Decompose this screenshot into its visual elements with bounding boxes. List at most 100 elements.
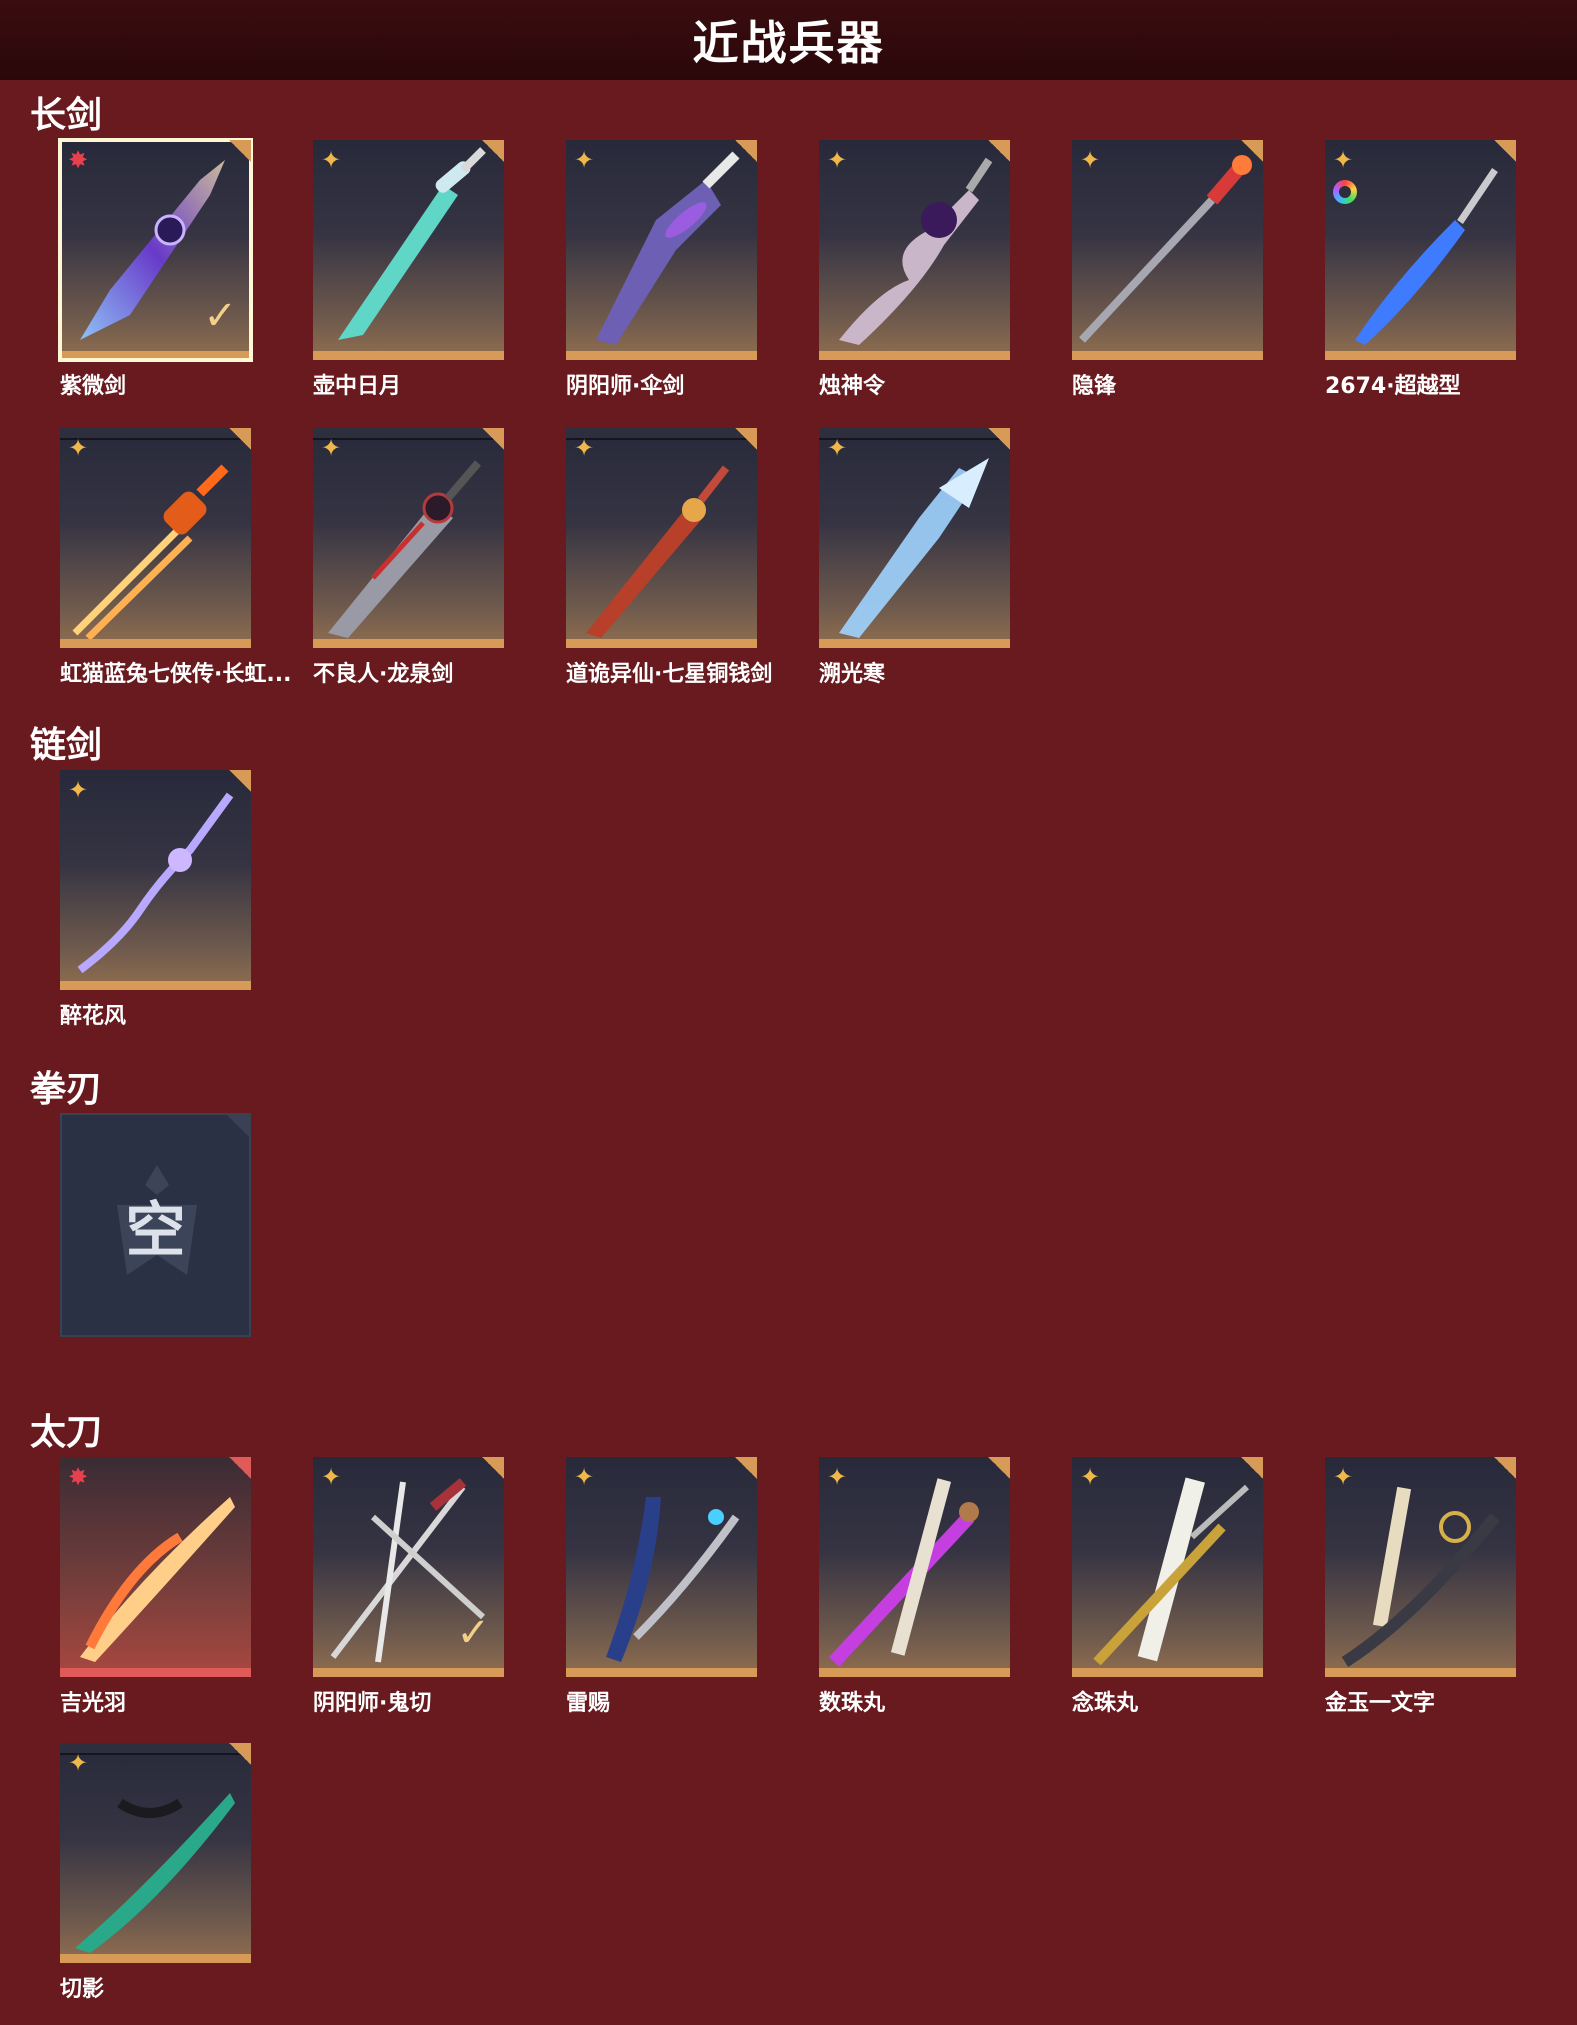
weapon-image (1079, 155, 1252, 343)
section-title-longsword: 长剑 (30, 95, 103, 136)
weapon-card[interactable]: ✦ 切影 (60, 1743, 251, 2002)
weapon-thumbnail[interactable]: ✦ (566, 1457, 757, 1677)
weapon-thumbnail[interactable]: ✦ (60, 1743, 251, 1963)
weapon-image (72, 464, 229, 639)
weapon-card[interactable]: ✦ 2674·超越型 (1325, 140, 1516, 399)
weapon-card[interactable]: ✦ 溯光寒 (819, 428, 1010, 687)
corner-tab (988, 1457, 1010, 1479)
weapon-thumbnail[interactable]: ✦ (819, 428, 1010, 648)
weapon-thumbnail[interactable]: ✸ (60, 1457, 251, 1677)
weapon-card[interactable]: ✦ 雷赐 (566, 1457, 757, 1716)
weapon-name: 切影 (60, 1977, 105, 2002)
corner-tab (735, 428, 757, 450)
color-wheel-icon (1333, 180, 1357, 204)
weapon-name: 念珠丸 (1072, 1691, 1139, 1716)
weapon-name: 阴阳师·伞剑 (566, 374, 685, 399)
weapon-thumbnail[interactable]: ✦ (566, 428, 757, 648)
empty-label: 空 (125, 1195, 186, 1266)
weapon-name: 醉花风 (60, 1004, 127, 1029)
weapon-card[interactable]: ✦ 壶中日月 (313, 140, 504, 399)
rarity-star-icon: ✦ (1080, 146, 1101, 174)
weapon-thumbnail[interactable]: ✦ (819, 1457, 1010, 1677)
rarity-star-icon: ✸ (68, 1463, 89, 1491)
weapon-thumbnail[interactable]: ✦ (819, 140, 1010, 360)
weapon-name: 金玉一文字 (1325, 1691, 1436, 1716)
weapon-name: 隐锋 (1072, 374, 1117, 399)
weapon-image (1093, 1477, 1250, 1666)
weapon-card[interactable]: ✦ 不良人·龙泉剑 (313, 428, 504, 687)
weapon-image (586, 465, 730, 638)
weapon-name: 道诡异仙·七星铜钱剑 (566, 662, 773, 687)
weapon-thumbnail[interactable]: ✦ ✓ (313, 1457, 504, 1677)
weapon-card[interactable]: ✸ ✓ 紫微剑 (58, 138, 253, 399)
rarity-star-icon: ✸ (68, 146, 89, 174)
weapon-thumbnail[interactable]: ✸ ✓ (58, 138, 253, 362)
corner-tab (229, 140, 251, 162)
weapon-name: 壶中日月 (313, 374, 402, 399)
weapon-image (596, 151, 740, 345)
weapon-name: 紫微剑 (60, 374, 127, 399)
weapon-card[interactable]: ✦ 烛神令 (819, 140, 1010, 399)
section-title-chainsword: 链剑 (30, 725, 103, 766)
section-title-tachi: 太刀 (30, 1412, 103, 1453)
weapon-thumbnail[interactable]: ✦ (313, 140, 504, 360)
weapon-card[interactable]: ✦ 数珠丸 (819, 1457, 1010, 1716)
weapon-card[interactable]: ✦ 念珠丸 (1072, 1457, 1263, 1716)
weapon-card[interactable]: ✦ ✓ 阴阳师·鬼切 (313, 1457, 504, 1716)
weapon-name: 阴阳师·鬼切 (313, 1691, 432, 1716)
weapon-thumbnail[interactable]: ✦ (60, 428, 251, 648)
weapon-card[interactable]: ✦ 金玉一文字 (1325, 1457, 1516, 1716)
rarity-star-icon: ✦ (1333, 1463, 1354, 1491)
weapon-image (77, 792, 234, 974)
weapon-card[interactable]: ✸ 吉光羽 (60, 1457, 251, 1716)
rarity-star-icon: ✦ (1333, 146, 1354, 174)
corner-tab (988, 428, 1010, 450)
corner-tab (988, 140, 1010, 162)
rarity-star-icon: ✦ (827, 434, 848, 462)
weapon-card[interactable]: ✦ 阴阳师·伞剑 (566, 140, 757, 399)
empty-slot[interactable]: 空 (60, 1113, 251, 1337)
weapon-thumbnail[interactable]: ✦ (1325, 140, 1516, 360)
empty-slot-box[interactable]: 空 (60, 1113, 251, 1337)
weapon-thumbnail[interactable]: ✦ (313, 428, 504, 648)
weapon-thumbnail[interactable]: ✦ (566, 140, 757, 360)
weapon-card[interactable]: ✦ 道诡异仙·七星铜钱剑 (566, 428, 772, 687)
weapon-image (338, 147, 486, 340)
weapon-name: 溯光寒 (819, 662, 886, 687)
corner-tab (1241, 1457, 1263, 1479)
rarity-star-icon: ✦ (574, 1463, 595, 1491)
equipped-check-icon: ✓ (456, 1610, 490, 1656)
weapon-card[interactable]: ✦ 醉花风 (60, 770, 251, 1029)
section-title-fistblade: 拳刃 (30, 1069, 103, 1110)
header-bar: 近战兵器 (0, 0, 1577, 80)
corner-tab (227, 1115, 249, 1137)
weapon-image (1355, 168, 1498, 345)
weapon-thumbnail[interactable]: ✦ (60, 770, 251, 990)
weapon-name: 虹猫蓝兔七侠传·长虹... (60, 662, 292, 687)
equipped-check-icon: ✓ (203, 293, 237, 339)
weapon-thumbnail[interactable]: ✦ (1072, 140, 1263, 360)
corner-tab (482, 140, 504, 162)
page-title: 近战兵器 (692, 16, 885, 70)
weapon-image (328, 460, 482, 638)
weapon-thumbnail[interactable]: ✦ (1325, 1457, 1516, 1677)
corner-tab (229, 428, 251, 450)
rarity-star-icon: ✦ (574, 434, 595, 462)
rarity-star-icon: ✦ (1080, 1463, 1101, 1491)
corner-tab (735, 1457, 757, 1479)
weapon-name: 数珠丸 (819, 1691, 886, 1716)
rarity-star-icon: ✦ (827, 1463, 848, 1491)
rarity-star-icon: ✦ (321, 1463, 342, 1491)
weapon-thumbnail[interactable]: ✦ (1072, 1457, 1263, 1677)
weapon-card[interactable]: ✦ 虹猫蓝兔七侠传·长虹... (60, 428, 291, 687)
corner-tab (229, 770, 251, 792)
weapon-image (80, 1497, 235, 1662)
corner-tab (1494, 1457, 1516, 1479)
weapon-card[interactable]: ✦ 隐锋 (1072, 140, 1263, 399)
rarity-star-icon: ✦ (68, 1749, 89, 1777)
weapon-image (839, 157, 993, 345)
weapon-name: 2674·超越型 (1325, 374, 1461, 399)
weapon-image (75, 1793, 235, 1953)
corner-tab (482, 428, 504, 450)
rarity-star-icon: ✦ (68, 434, 89, 462)
